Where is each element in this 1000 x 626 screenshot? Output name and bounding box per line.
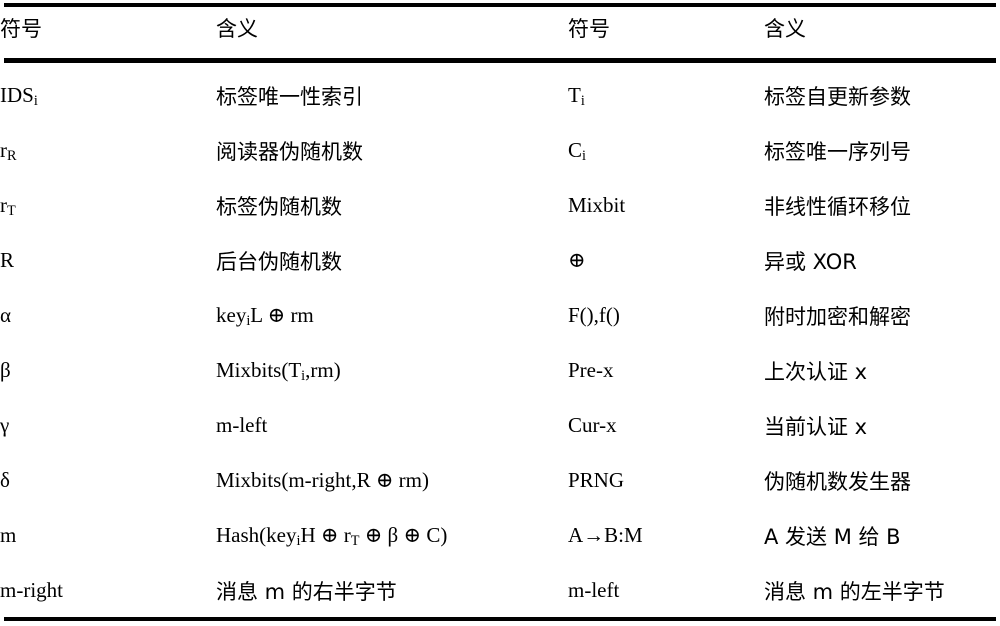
- cell-symbol-right: Ti: [568, 83, 585, 110]
- cell-meaning-right: 附时加密和解密: [764, 304, 911, 329]
- cell-meaning-left: 后台伪随机数: [216, 249, 342, 274]
- cell-meaning-left: Mixbits(Ti,rm): [216, 358, 341, 385]
- cell-symbol-left: δ: [0, 468, 10, 492]
- gap-cell: [0, 58, 216, 68]
- cell-symbol-left: α: [0, 303, 12, 327]
- cell-meaning-right: 上次认证 x: [764, 359, 868, 384]
- cell-meaning-right: 消息 m 的左半字节: [764, 579, 945, 604]
- table-row: m-right 消息 m 的右半字节 m-left 消息 m 的左半字节: [0, 563, 1000, 618]
- table-row: rT 标签伪随机数 Mixbit 非线性循环移位: [0, 178, 1000, 233]
- cell-meaning-right: 异或 XOR: [764, 249, 857, 274]
- gap-cell: [764, 58, 1000, 68]
- cell-meaning-left: keyiL ⊕ rm: [216, 303, 314, 330]
- table-row: α keyiL ⊕ rm F(),f() 附时加密和解密: [0, 288, 1000, 343]
- cell-symbol-left: m: [0, 523, 17, 547]
- cell-meaning-right: 伪随机数发生器: [764, 469, 911, 494]
- cell-meaning-left: 消息 m 的右半字节: [216, 579, 397, 604]
- cell-meaning-right: 当前认证 x: [764, 414, 868, 439]
- gap-cell: [216, 58, 568, 68]
- cell-symbol-right: m-left: [568, 578, 620, 602]
- column-header-symbol-left: 符号: [0, 17, 42, 41]
- cell-meaning-left: m-left: [216, 413, 268, 437]
- column-header-meaning-left: 含义: [216, 17, 258, 41]
- table-row: γ m-left Cur-x 当前认证 x: [0, 398, 1000, 453]
- table-row: R 后台伪随机数 ⊕ 异或 XOR: [0, 233, 1000, 288]
- cell-symbol-left: rR: [0, 138, 17, 165]
- table-row: IDSi 标签唯一性索引 Ti 标签自更新参数: [0, 68, 1000, 123]
- cell-meaning-left: 标签唯一性索引: [216, 84, 363, 109]
- cell-symbol-left: γ: [0, 413, 10, 437]
- cell-symbol-right: Pre-x: [568, 358, 614, 382]
- cell-symbol-right: ⊕: [568, 248, 586, 272]
- cell-meaning-left: Mixbits(m-right,R ⊕ rm): [216, 468, 430, 492]
- symbol-table-page: 符号 含义 符号 含义 IDSi 标签唯一性索引 Ti 标签自更新参数 rR 阅读器伪随机…: [0, 0, 1000, 626]
- cell-symbol-right: Ci: [568, 138, 586, 165]
- table-header-row: 符号 含义 符号 含义: [0, 0, 1000, 58]
- cell-symbol-left: R: [0, 248, 15, 272]
- cell-symbol-left: rT: [0, 193, 16, 220]
- cell-symbol-right: F(),f(): [568, 303, 620, 327]
- cell-meaning-right: 标签自更新参数: [764, 84, 911, 109]
- cell-symbol-left: IDSi: [0, 83, 38, 110]
- cell-symbol-right: Mixbit: [568, 193, 626, 217]
- gap-cell: [568, 58, 764, 68]
- symbol-definition-table: 符号 含义 符号 含义 IDSi 标签唯一性索引 Ti 标签自更新参数 rR 阅读器伪随机…: [0, 0, 1000, 618]
- cell-meaning-left: Hash(keyiH ⊕ rT ⊕ β ⊕ C): [216, 523, 448, 550]
- cell-symbol-left: m-right: [0, 578, 63, 602]
- cell-meaning-right: A 发送 M 给 B: [764, 524, 901, 549]
- cell-meaning-right: 标签唯一序列号: [764, 139, 911, 164]
- cell-meaning-left: 标签伪随机数: [216, 194, 342, 219]
- cell-symbol-left: β: [0, 358, 11, 382]
- column-header-symbol-right: 符号: [568, 17, 610, 41]
- cell-meaning-left: 阅读器伪随机数: [216, 139, 363, 164]
- cell-meaning-right: 非线性循环移位: [764, 194, 911, 219]
- table-row: β Mixbits(Ti,rm) Pre-x 上次认证 x: [0, 343, 1000, 398]
- header-gap-row: [0, 58, 1000, 68]
- cell-symbol-right: Cur-x: [568, 413, 617, 437]
- column-header-meaning-right: 含义: [764, 17, 806, 41]
- table-body: IDSi 标签唯一性索引 Ti 标签自更新参数 rR 阅读器伪随机数 Ci 标签唯一序列号 rT…: [0, 58, 1000, 618]
- table-row: rR 阅读器伪随机数 Ci 标签唯一序列号: [0, 123, 1000, 178]
- cell-symbol-right: A→B:M: [568, 523, 643, 547]
- table-row: m Hash(keyiH ⊕ rT ⊕ β ⊕ C) A→B:M A 发送 M 给 B: [0, 508, 1000, 563]
- table-row: δ Mixbits(m-right,R ⊕ rm) PRNG 伪随机数发生器: [0, 453, 1000, 508]
- cell-symbol-right: PRNG: [568, 468, 625, 492]
